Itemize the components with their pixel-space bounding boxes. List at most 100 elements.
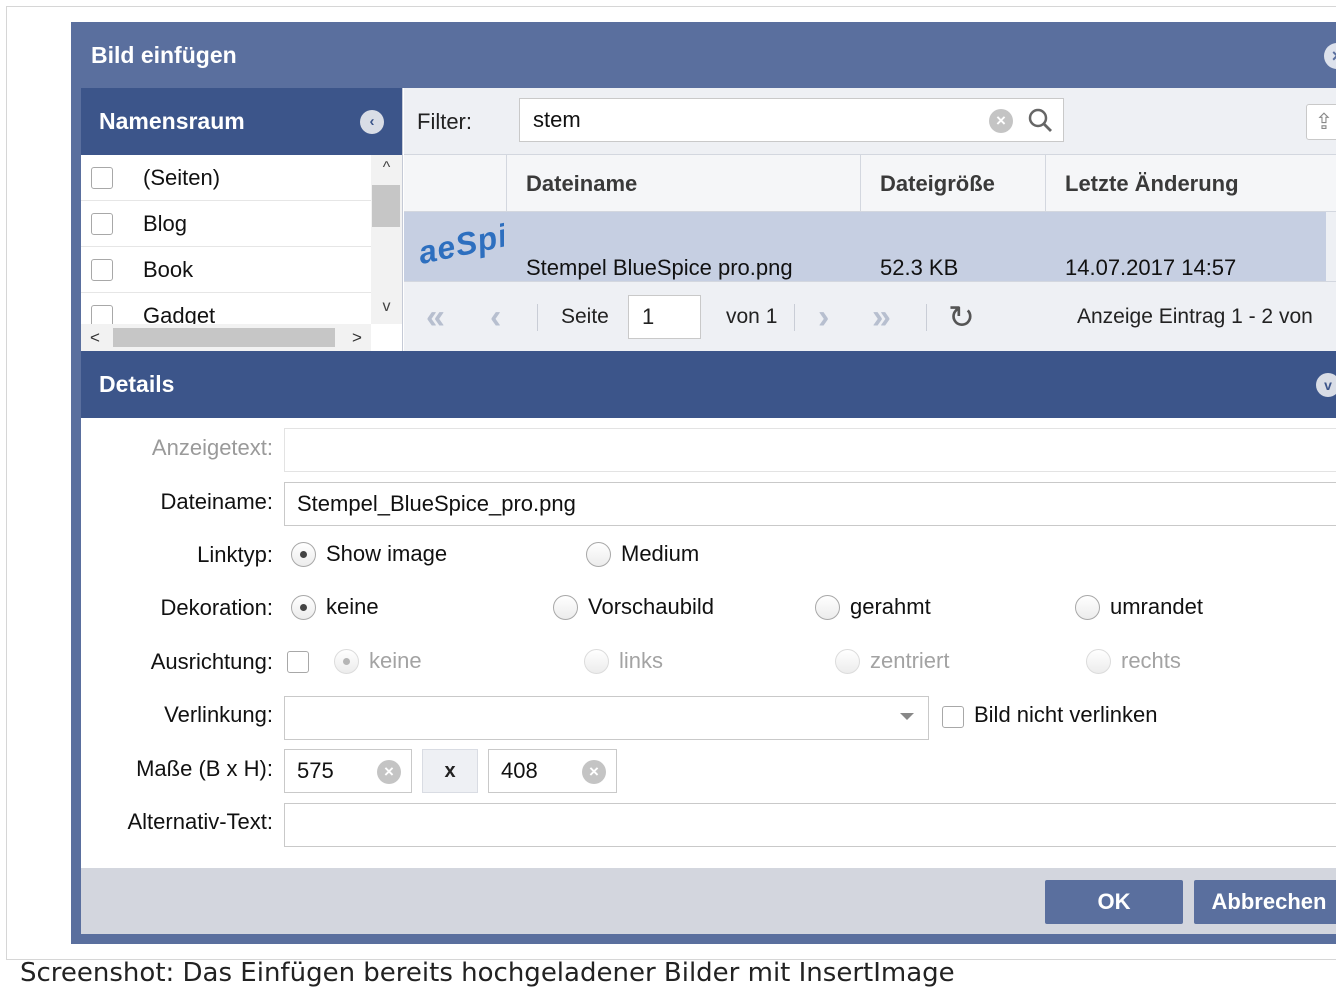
option-label: zentriert <box>870 648 950 673</box>
namespace-item-label: Book <box>143 256 194 282</box>
dimension-separator: x <box>422 749 478 793</box>
radio-selected[interactable] <box>291 594 316 620</box>
dimensions-label: Maße (B x H): <box>136 756 273 781</box>
option-label: gerahmt <box>850 594 931 619</box>
grid-scrollbar[interactable] <box>1326 212 1336 281</box>
filename-input[interactable]: Stempel_BlueSpice_pro.png <box>284 482 1336 526</box>
details-form: Anzeigetext: Dateiname: Stempel_BlueSpic… <box>81 418 1336 868</box>
namespace-checkbox[interactable] <box>91 304 113 324</box>
namespace-horizontal-scrollbar[interactable]: < > <box>81 324 371 351</box>
decoration-option-thumbnail[interactable]: Vorschaubild <box>553 594 714 620</box>
scroll-thumb[interactable] <box>372 185 400 227</box>
column-header-filesize[interactable]: Dateigröße <box>860 155 1046 212</box>
column-header-filename[interactable]: Dateiname <box>506 155 862 212</box>
radio-selected[interactable] <box>334 648 359 674</box>
radio[interactable] <box>815 594 840 620</box>
namespace-item[interactable]: Gadget <box>81 293 371 324</box>
dialog-title: Bild einfügen <box>71 22 1336 88</box>
display-text-input[interactable] <box>284 428 1336 472</box>
alignment-option-right[interactable]: rechts <box>1086 648 1181 674</box>
decoration-option-none[interactable]: keine <box>291 594 379 620</box>
first-page-icon[interactable]: « <box>426 282 445 352</box>
option-label: links <box>619 648 664 673</box>
radio[interactable] <box>553 594 578 620</box>
decoration-option-border[interactable]: umrandet <box>1075 594 1203 620</box>
namespace-item[interactable]: Book <box>81 247 371 293</box>
scroll-up-icon[interactable]: ^ <box>371 159 402 181</box>
prev-page-icon[interactable]: ‹ <box>490 282 501 352</box>
next-page-icon[interactable]: › <box>818 282 829 352</box>
radio[interactable] <box>586 541 611 567</box>
option-label: rechts <box>1121 648 1181 673</box>
files-panel: Filter: stem × ⇪ Dateiname Dateigröße Le… <box>404 88 1336 351</box>
figure-caption: Screenshot: Das Einfügen bereits hochgel… <box>20 958 955 988</box>
namespace-vertical-scrollbar[interactable]: ^ v <box>371 155 402 324</box>
scroll-left-icon[interactable]: < <box>81 324 109 351</box>
scroll-right-icon[interactable]: > <box>343 324 371 351</box>
filter-input[interactable]: stem × <box>519 98 1064 142</box>
height-value: 408 <box>501 758 538 783</box>
namespace-checkbox[interactable] <box>91 212 113 235</box>
thumbnail-text: aeSpi <box>416 217 504 272</box>
alignment-option-none[interactable]: keine <box>334 648 422 674</box>
radio[interactable] <box>584 648 609 674</box>
cell-filesize: 52.3 KB <box>880 255 959 280</box>
alignment-option-center[interactable]: zentriert <box>835 648 949 674</box>
link-label: Verlinkung: <box>164 702 273 727</box>
cancel-button[interactable]: Abbrechen <box>1194 880 1336 924</box>
radio-selected[interactable] <box>291 541 316 567</box>
separator <box>537 304 538 331</box>
clear-icon[interactable]: × <box>377 760 401 784</box>
scroll-thumb[interactable] <box>113 328 335 347</box>
collapse-down-icon[interactable]: v <box>1316 373 1336 397</box>
namespace-header: Namensraum ‹ <box>81 88 402 155</box>
dialog-footer: OK Abbrechen <box>81 868 1336 934</box>
last-page-icon[interactable]: » <box>872 282 891 352</box>
upload-icon[interactable]: ⇪ <box>1306 104 1336 140</box>
namespace-item-label: Gadget <box>143 302 216 325</box>
clear-icon[interactable]: × <box>582 760 606 784</box>
namespace-checkbox[interactable] <box>91 166 113 189</box>
radio[interactable] <box>1086 648 1111 674</box>
radio[interactable] <box>835 648 860 674</box>
namespace-checkbox[interactable] <box>91 258 113 281</box>
files-toolbar: Filter: stem × ⇪ <box>404 88 1336 155</box>
page-number-input[interactable]: 1 <box>628 295 701 339</box>
height-input[interactable]: 408 × <box>488 749 617 793</box>
width-input[interactable]: 575 × <box>284 749 412 793</box>
details-title: Details <box>99 371 175 397</box>
linktype-option-show-image[interactable]: Show image <box>291 541 447 567</box>
clear-icon[interactable]: × <box>989 109 1013 133</box>
namespace-panel: Namensraum ‹ (Seiten) Blog Book Gadget ^… <box>81 88 403 351</box>
width-value: 575 <box>297 758 334 783</box>
linktype-label: Linktyp: <box>197 542 273 567</box>
filename-label: Dateiname: <box>160 489 273 514</box>
collapse-left-icon[interactable]: ‹ <box>360 110 384 134</box>
decoration-option-framed[interactable]: gerahmt <box>815 594 931 620</box>
column-header-modified[interactable]: Letzte Änderung <box>1045 155 1336 212</box>
linktype-option-medium[interactable]: Medium <box>586 541 699 567</box>
separator <box>926 304 927 331</box>
no-link-checkbox[interactable] <box>942 706 964 728</box>
chevron-down-icon[interactable] <box>900 713 914 720</box>
scroll-down-icon[interactable]: v <box>371 298 402 320</box>
table-row[interactable]: aeSpi Stempel BlueSpice pro.png 52.3 KB … <box>404 212 1336 281</box>
refresh-icon[interactable]: ↻ <box>948 282 975 352</box>
separator <box>794 304 795 331</box>
alignment-option-left[interactable]: links <box>584 648 663 674</box>
ok-button[interactable]: OK <box>1045 880 1183 924</box>
alt-text-label: Alternativ-Text: <box>127 809 274 834</box>
radio[interactable] <box>1075 594 1100 620</box>
alignment-checkbox[interactable] <box>287 651 309 673</box>
namespace-item-label: (Seiten) <box>143 164 221 190</box>
namespace-item[interactable]: (Seiten) <box>81 155 371 201</box>
namespace-item[interactable]: Blog <box>81 201 371 247</box>
file-thumbnail: aeSpi <box>416 212 504 281</box>
page-count-label: von 1 <box>726 305 778 328</box>
option-label: keine <box>326 594 379 619</box>
decoration-label: Dekoration: <box>160 595 273 620</box>
filter-label: Filter: <box>417 109 472 134</box>
link-combobox[interactable] <box>284 696 929 740</box>
alt-text-input[interactable] <box>284 803 1336 847</box>
search-icon[interactable] <box>1027 107 1053 133</box>
